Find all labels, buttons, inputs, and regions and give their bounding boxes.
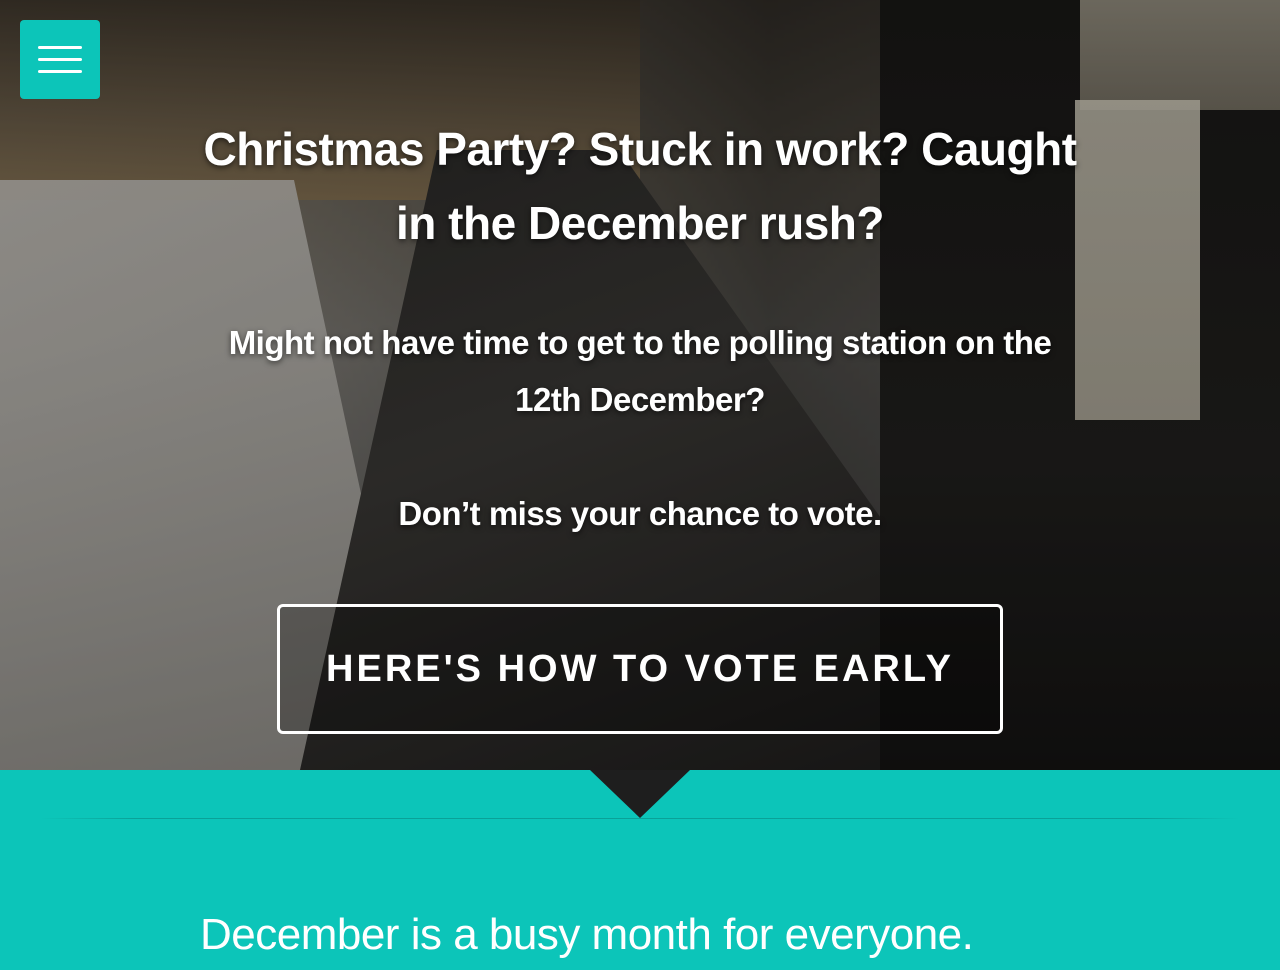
hero-note: Don’t miss your chance to vote. <box>398 495 882 532</box>
hero-subline-line-1: Might not have time to get to the pollin… <box>228 324 1052 361</box>
hero-headline-line-2: in the December rush? <box>396 197 884 249</box>
hero-subline: Might not have time to get to the pollin… <box>180 314 1100 428</box>
menu-bar-top <box>38 46 82 49</box>
hero-banner: Christmas Party? Stuck in work? Caught i… <box>0 0 1280 770</box>
section-divider <box>40 818 1240 819</box>
hero-headline-line-1: Christmas Party? Stuck in work? Caught <box>203 123 1077 175</box>
hero-headline: Christmas Party? Stuck in work? Caught i… <box>190 112 1090 260</box>
section-pointer-arrow-icon <box>590 770 690 818</box>
menu-bar-bottom <box>38 70 82 73</box>
hamburger-menu-icon[interactable] <box>20 20 100 99</box>
menu-bar-middle <box>38 58 82 61</box>
hero-subline-line-2: 12th December? <box>515 381 765 418</box>
vote-early-button[interactable]: HERE'S HOW TO VOTE EARLY <box>277 604 1003 734</box>
hero-content: Christmas Party? Stuck in work? Caught i… <box>0 0 1280 770</box>
